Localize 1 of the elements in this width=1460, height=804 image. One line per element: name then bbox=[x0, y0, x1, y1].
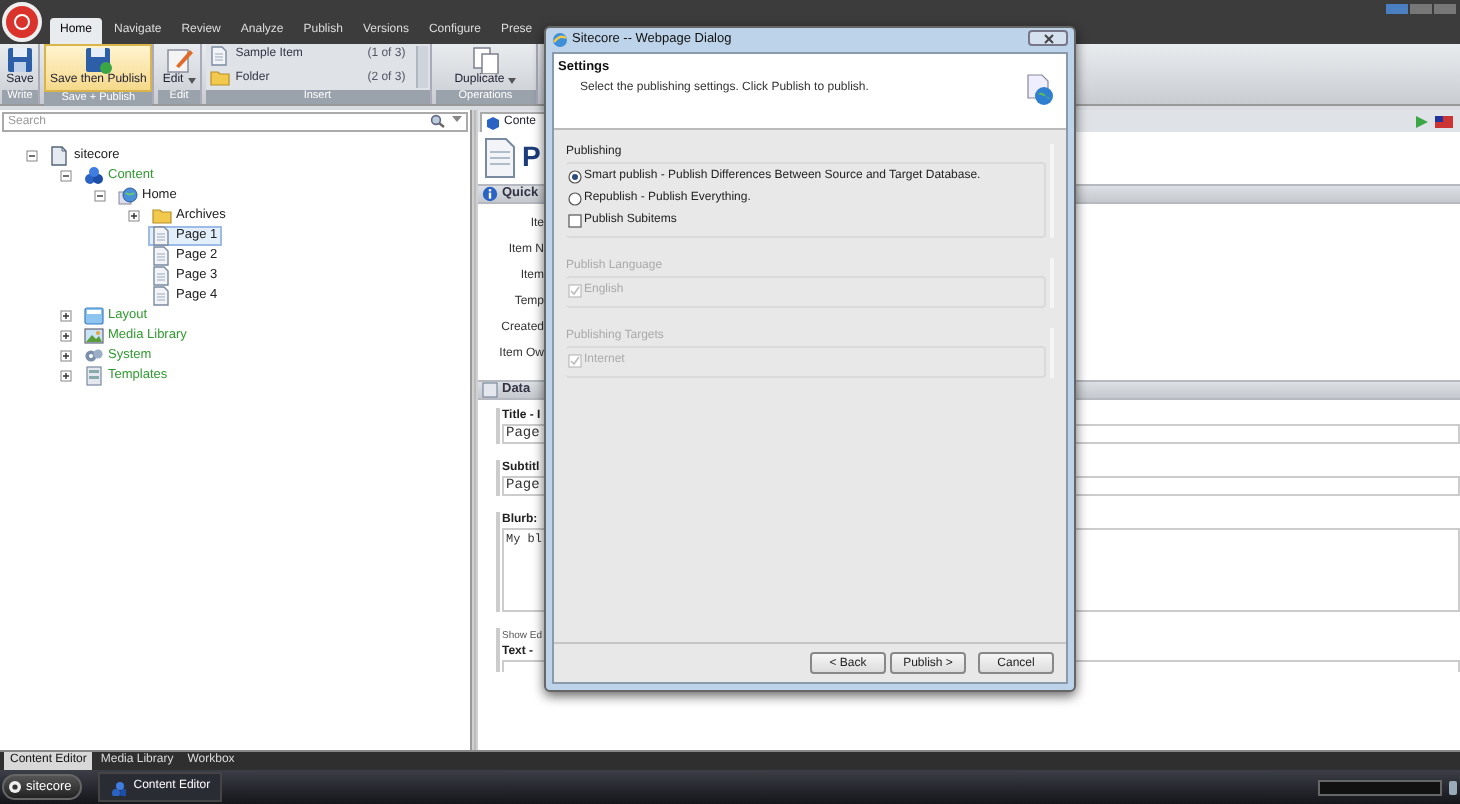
item-title: P bbox=[522, 138, 541, 177]
